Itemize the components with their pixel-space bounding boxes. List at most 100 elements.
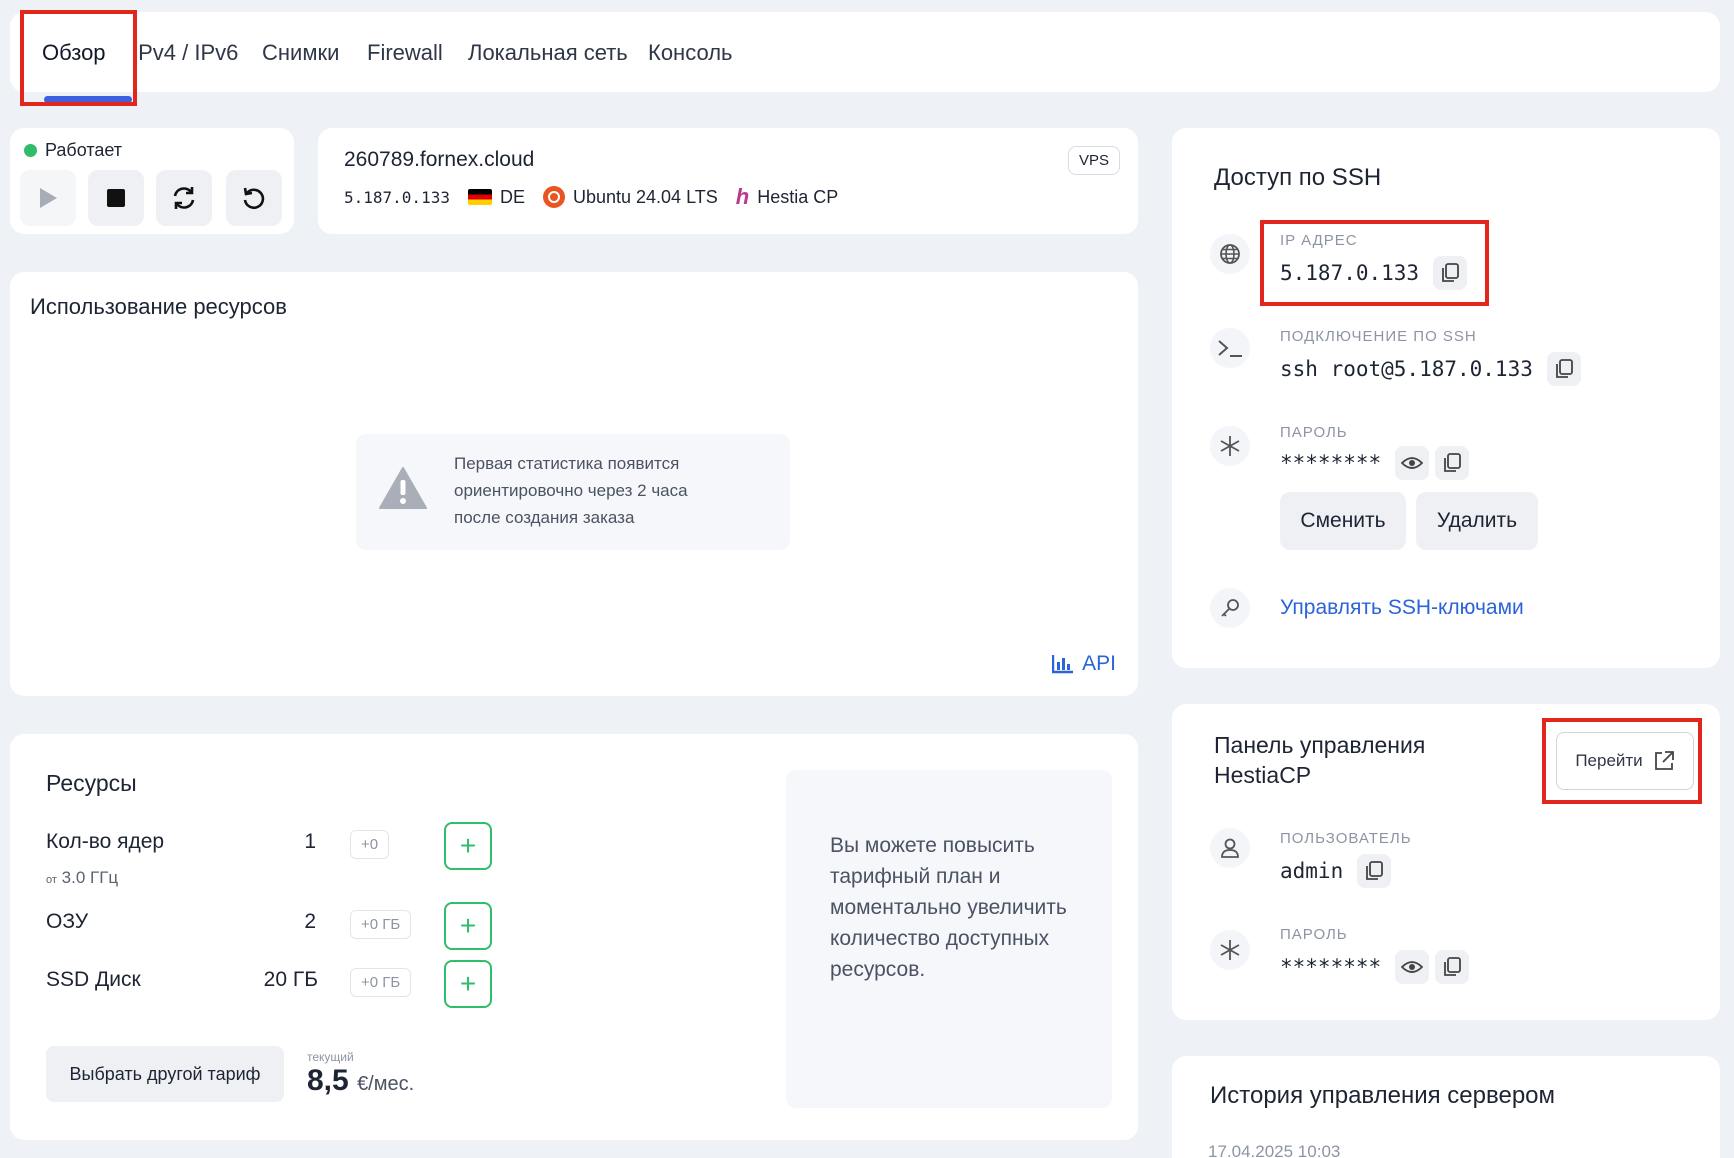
panel-title-line-1: Панель управления [1214,732,1426,758]
asterisk-icon [1210,930,1250,970]
copy-panel-password-button[interactable] [1435,950,1470,984]
ssh-connection-field: ssh root@5.187.0.133 [1280,352,1581,386]
ubuntu-icon [542,186,565,208]
ssh-title: Доступ по SSH [1214,164,1382,191]
ssh-access-card: Доступ по SSH IP АДРЕС 5.187.0.133 ПОДКЛ… [1172,128,1720,668]
play-icon [40,188,57,208]
chart-icon [1052,655,1074,674]
copy-icon [1444,957,1462,976]
asterisk-icon [1210,426,1250,466]
server-os: Ubuntu 24.04 LTS [572,186,718,207]
panel-password-field: ******** [1280,950,1470,984]
panel-password-value: ******** [1280,955,1382,979]
ram-value: 2 [304,910,316,933]
restart-button[interactable] [156,170,212,226]
copy-ip-button[interactable] [1433,256,1468,290]
resources-title: Ресурсы [46,770,137,796]
globe-icon [1210,234,1250,274]
notice-line-1: Первая статистика появится [454,454,680,473]
tab-overview[interactable]: Обзор [42,40,106,66]
key-glyph [1221,599,1239,617]
open-panel-button[interactable]: Перейти [1556,732,1694,790]
server-hostname: 260789.fornex.cloud [344,148,535,171]
ssh-password-label: ПАРОЛЬ [1280,424,1348,441]
server-history-card: История управления сервером 17.04.2025 1… [1172,1056,1720,1158]
reset-button[interactable] [226,170,282,226]
globe-glyph [1220,244,1240,264]
upgrade-text: Вы можете повысить тарифный план и момен… [830,834,1067,981]
add-disk-button[interactable]: + [444,960,492,1008]
plus-icon: + [459,910,477,941]
vps-badge: VPS [1067,146,1120,175]
price-value: 8,5 [307,1064,349,1097]
user-icon [1210,828,1250,868]
cores-delta: +0 [350,830,390,859]
disk-label: SSD Диск [46,968,141,991]
tab-ip[interactable]: IPv4 / IPv6 [132,40,238,66]
cores-label: Кол-во ядер [46,830,165,853]
status-dot [24,144,37,157]
show-panel-password-button[interactable] [1395,950,1430,984]
tab-firewall[interactable]: Firewall [367,40,443,66]
server-panel: Hestia CP [757,186,839,207]
notice-text: Первая статистика появится ориентировочн… [454,450,774,531]
panel-user-value: admin [1280,859,1344,883]
resources-card: Ресурсы Кол-во ядер от 3.0 ГГц 1 +0 + ОЗ… [10,734,1138,1140]
plus-icon: + [459,968,477,999]
change-password-button[interactable]: Сменить [1280,492,1406,550]
usage-title: Использование ресурсов [30,294,287,319]
disk-value: 20 ГБ [263,968,318,991]
tab-snapshots[interactable]: Снимки [262,40,339,66]
history-entry-date: 17.04.2025 10:03 [1208,1142,1341,1158]
open-panel-label: Перейти [1575,751,1643,770]
asterisk-glyph [1220,940,1240,960]
user-glyph [1221,838,1239,858]
start-button[interactable] [20,170,76,226]
api-link[interactable]: API [1052,652,1116,676]
copy-user-button[interactable] [1357,854,1392,888]
copy-password-button[interactable] [1435,446,1470,480]
upgrade-hint: Вы можете повысить тарифный план и момен… [786,770,1112,1108]
stats-notice: Первая статистика появится ориентировочн… [356,434,790,550]
cores-frequency-value: 3.0 ГГц [61,868,119,887]
panel-title-line-2: HestiaCP [1214,762,1312,788]
price-unit: €/мес. [357,1073,415,1095]
panel-title: Панель управления HestiaCP [1214,730,1425,790]
plus-icon: + [459,830,477,861]
copy-ssh-command-button[interactable] [1546,352,1581,386]
control-panel-card: Панель управления HestiaCP Перейти ПОЛЬЗ… [1172,704,1720,1020]
disk-delta: +0 ГБ [350,968,412,997]
key-icon [1210,588,1250,628]
notice-line-3: после создания заказа [454,508,635,527]
eye-icon [1401,961,1424,973]
panel-password-label: ПАРОЛЬ [1280,926,1348,943]
external-link-icon [1654,751,1674,770]
terminal-icon [1210,328,1250,368]
change-plan-button[interactable]: Выбрать другой тариф [46,1046,284,1102]
tab-console[interactable]: Консоль [648,40,733,66]
active-tab-indicator [44,96,132,103]
tab-local-network[interactable]: Локальная сеть [468,40,628,66]
cores-frequency-prefix: от [46,874,57,886]
server-ip: 5.187.0.133 [344,187,450,207]
current-price-label: текущий [307,1050,354,1064]
panel-user-field: admin [1280,854,1392,888]
warning-icon [379,467,427,509]
cores-value: 1 [304,830,316,853]
cores-frequency: от 3.0 ГГц [46,868,118,888]
delete-password-button[interactable]: Удалить [1416,492,1538,550]
power-status-card: Работает [10,128,294,234]
asterisk-glyph [1220,436,1240,456]
stop-button[interactable] [88,170,144,226]
server-summary-card: 260789.fornex.cloud 5.187.0.133 DE Ubunt… [318,128,1138,234]
show-password-button[interactable] [1395,446,1430,480]
hestia-logo-icon: h [735,184,750,209]
resource-usage-card: Использование ресурсов Первая статистика… [10,272,1138,696]
add-ram-button[interactable]: + [444,902,492,950]
refresh-icon [173,187,195,209]
add-cores-button[interactable]: + [444,822,492,870]
copy-icon [1442,263,1459,282]
ip-field: 5.187.0.133 [1280,256,1468,290]
stop-icon [107,189,125,207]
manage-ssh-keys-link[interactable]: Управлять SSH-ключами [1280,596,1524,620]
